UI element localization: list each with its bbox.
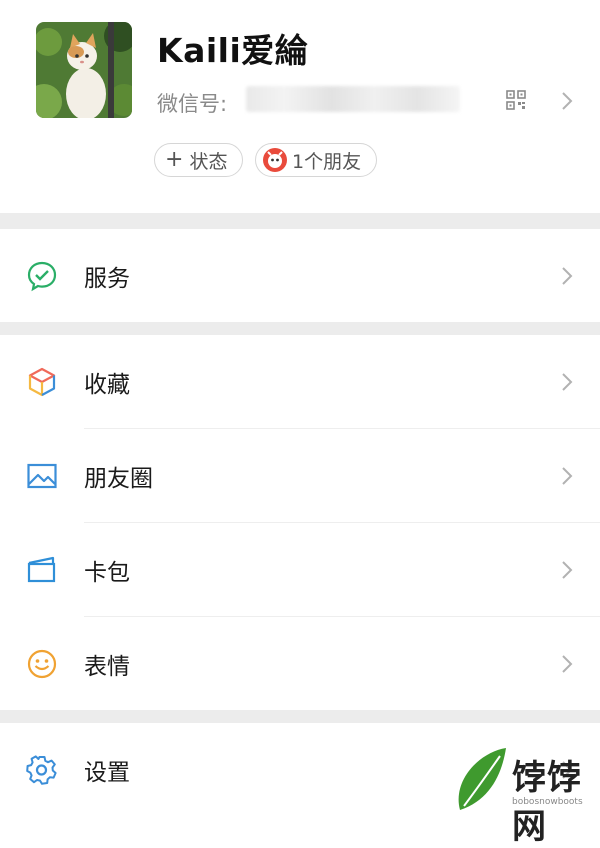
- nickname: Kaili爱綸: [157, 31, 309, 70]
- friends-button-label: 1个朋友: [292, 150, 362, 173]
- chevron-right-icon: [562, 466, 573, 485]
- menu-item-settings-label: 设置: [84, 759, 130, 786]
- favorites-cube-icon: [28, 367, 56, 396]
- wechat-id-label: 微信号:: [157, 92, 228, 116]
- menu-item-cards-label: 卡包: [84, 559, 130, 586]
- services-icon: [27, 261, 57, 291]
- avatar[interactable]: [36, 22, 132, 118]
- menu-item-favorites-label: 收藏: [84, 371, 130, 398]
- menu-item-services[interactable]: 服务: [0, 229, 600, 322]
- gear-icon: [26, 754, 57, 785]
- menu-item-moments-label: 朋友圈: [84, 465, 153, 492]
- menu-item-stickers[interactable]: 表情: [0, 617, 600, 710]
- chevron-right-icon: [562, 92, 573, 110]
- smiley-face-icon: [27, 649, 57, 678]
- qr-code-icon[interactable]: [506, 90, 526, 110]
- friend-avatar-icon: [263, 148, 287, 172]
- wechat-id-redacted: [246, 86, 460, 112]
- status-button[interactable]: + 状态: [154, 143, 243, 177]
- section-separator: [0, 213, 600, 229]
- moments-picture-icon: [27, 463, 57, 488]
- friends-button[interactable]: 1个朋友: [255, 143, 377, 177]
- status-button-label: 状态: [189, 150, 228, 173]
- menu-item-cards[interactable]: 卡包: [0, 523, 600, 616]
- menu-item-favorites[interactable]: 收藏: [0, 335, 600, 428]
- plus-icon: +: [165, 147, 184, 172]
- avatar-image: [36, 22, 132, 118]
- menu-item-services-label: 服务: [84, 265, 130, 292]
- chevron-right-icon: [562, 654, 573, 673]
- chevron-right-icon: [562, 266, 573, 285]
- section-separator: [0, 710, 600, 723]
- card-wallet-icon: [27, 556, 56, 582]
- chevron-right-icon: [562, 560, 573, 579]
- watermark-subtext: bobosnowboots: [512, 797, 583, 807]
- section-separator: [0, 322, 600, 335]
- profile-header[interactable]: Kaili爱綸 微信号: + 状态 1个朋友: [0, 0, 600, 212]
- menu-item-moments[interactable]: 朋友圈: [0, 429, 600, 522]
- menu-item-stickers-label: 表情: [84, 653, 130, 680]
- chevron-right-icon: [562, 372, 573, 391]
